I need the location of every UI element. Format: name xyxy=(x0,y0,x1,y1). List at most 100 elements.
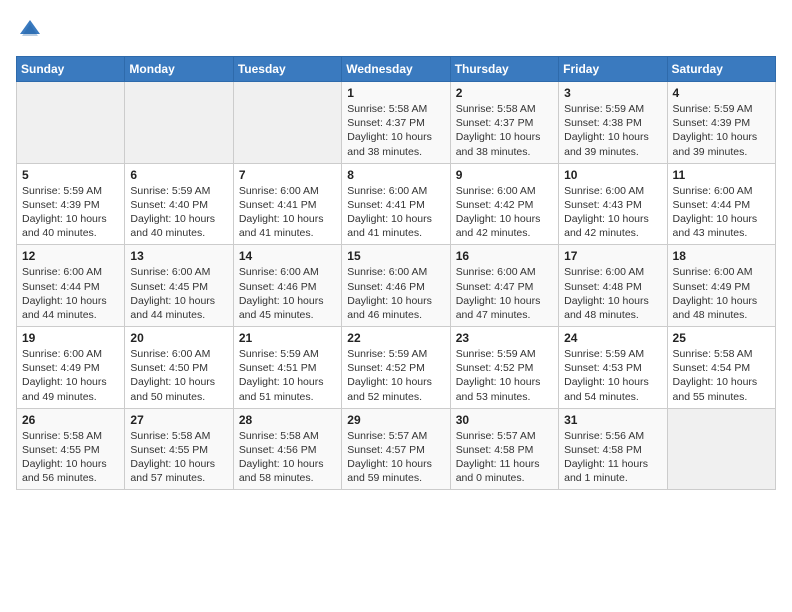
calendar-cell xyxy=(125,82,233,164)
header-sunday: Sunday xyxy=(17,57,125,82)
header-tuesday: Tuesday xyxy=(233,57,341,82)
header-monday: Monday xyxy=(125,57,233,82)
calendar-cell: 29 Sunrise: 5:57 AM Sunset: 4:57 PM Dayli… xyxy=(342,408,450,490)
week-row-1: 1 Sunrise: 5:58 AM Sunset: 4:37 PM Daylig… xyxy=(17,82,776,164)
day-number: 22 xyxy=(347,331,444,345)
header-wednesday: Wednesday xyxy=(342,57,450,82)
header xyxy=(16,16,776,44)
day-info: Sunrise: 5:58 AM Sunset: 4:55 PM Dayligh… xyxy=(22,429,119,486)
calendar-cell: 11 Sunrise: 6:00 AM Sunset: 4:44 PM Dayli… xyxy=(667,163,775,245)
day-info: Sunrise: 5:59 AM Sunset: 4:38 PM Dayligh… xyxy=(564,102,661,159)
calendar-cell xyxy=(233,82,341,164)
calendar-cell: 13Sunrise: 6:00 AM Sunset: 4:45 PM Dayli… xyxy=(125,245,233,327)
calendar-cell: 5 Sunrise: 5:59 AM Sunset: 4:39 PM Daylig… xyxy=(17,163,125,245)
calendar-cell: 6Sunrise: 5:59 AM Sunset: 4:40 PM Daylig… xyxy=(125,163,233,245)
day-number: 27 xyxy=(130,413,227,427)
day-info: Sunrise: 5:59 AM Sunset: 4:52 PM Dayligh… xyxy=(456,347,553,404)
calendar-cell: 14 Sunrise: 6:00 AM Sunset: 4:46 PM Dayli… xyxy=(233,245,341,327)
day-info: Sunrise: 6:00 AM Sunset: 4:46 PM Dayligh… xyxy=(347,265,444,322)
calendar-cell: 19 Sunrise: 6:00 AM Sunset: 4:49 PM Dayli… xyxy=(17,327,125,409)
day-info: Sunrise: 6:00 AM Sunset: 4:44 PM Dayligh… xyxy=(22,265,119,322)
calendar-cell: 22 Sunrise: 5:59 AM Sunset: 4:52 PM Dayli… xyxy=(342,327,450,409)
calendar-cell: 31Sunrise: 5:56 AM Sunset: 4:58 PM Dayli… xyxy=(559,408,667,490)
day-info: Sunrise: 5:58 AM Sunset: 4:37 PM Dayligh… xyxy=(347,102,444,159)
day-info: Sunrise: 5:58 AM Sunset: 4:56 PM Dayligh… xyxy=(239,429,336,486)
calendar-cell: 30Sunrise: 5:57 AM Sunset: 4:58 PM Dayli… xyxy=(450,408,558,490)
calendar-cell: 15 Sunrise: 6:00 AM Sunset: 4:46 PM Dayli… xyxy=(342,245,450,327)
day-number: 19 xyxy=(22,331,119,345)
day-number: 4 xyxy=(673,86,770,100)
day-number: 12 xyxy=(22,249,119,263)
calendar-cell: 3 Sunrise: 5:59 AM Sunset: 4:38 PM Daylig… xyxy=(559,82,667,164)
calendar-cell: 17 Sunrise: 6:00 AM Sunset: 4:48 PM Dayli… xyxy=(559,245,667,327)
calendar-table: Sunday Monday Tuesday Wednesday Thursday… xyxy=(16,56,776,490)
week-row-4: 19 Sunrise: 6:00 AM Sunset: 4:49 PM Dayli… xyxy=(17,327,776,409)
day-number: 11 xyxy=(673,168,770,182)
day-info: Sunrise: 6:00 AM Sunset: 4:44 PM Dayligh… xyxy=(673,184,770,241)
day-info: Sunrise: 6:00 AM Sunset: 4:47 PM Dayligh… xyxy=(456,265,553,322)
day-info: Sunrise: 5:59 AM Sunset: 4:53 PM Dayligh… xyxy=(564,347,661,404)
day-info: Sunrise: 5:58 AM Sunset: 4:37 PM Dayligh… xyxy=(456,102,553,159)
day-info: Sunrise: 5:57 AM Sunset: 4:57 PM Dayligh… xyxy=(347,429,444,486)
day-info: Sunrise: 6:00 AM Sunset: 4:46 PM Dayligh… xyxy=(239,265,336,322)
day-info: Sunrise: 5:59 AM Sunset: 4:51 PM Dayligh… xyxy=(239,347,336,404)
week-row-2: 5 Sunrise: 5:59 AM Sunset: 4:39 PM Daylig… xyxy=(17,163,776,245)
day-info: Sunrise: 5:56 AM Sunset: 4:58 PM Dayligh… xyxy=(564,429,661,486)
calendar-cell: 25 Sunrise: 5:58 AM Sunset: 4:54 PM Dayli… xyxy=(667,327,775,409)
day-info: Sunrise: 5:59 AM Sunset: 4:39 PM Dayligh… xyxy=(673,102,770,159)
calendar-cell: 23 Sunrise: 5:59 AM Sunset: 4:52 PM Dayli… xyxy=(450,327,558,409)
calendar-cell: 2 Sunrise: 5:58 AM Sunset: 4:37 PM Daylig… xyxy=(450,82,558,164)
day-number: 17 xyxy=(564,249,661,263)
weekday-header-row: Sunday Monday Tuesday Wednesday Thursday… xyxy=(17,57,776,82)
day-info: Sunrise: 5:59 AM Sunset: 4:52 PM Dayligh… xyxy=(347,347,444,404)
day-info: Sunrise: 6:00 AM Sunset: 4:43 PM Dayligh… xyxy=(564,184,661,241)
week-row-5: 26 Sunrise: 5:58 AM Sunset: 4:55 PM Dayli… xyxy=(17,408,776,490)
day-info: Sunrise: 5:59 AM Sunset: 4:39 PM Dayligh… xyxy=(22,184,119,241)
calendar-cell: 27Sunrise: 5:58 AM Sunset: 4:55 PM Dayli… xyxy=(125,408,233,490)
calendar-cell: 16Sunrise: 6:00 AM Sunset: 4:47 PM Dayli… xyxy=(450,245,558,327)
calendar-cell: 24 Sunrise: 5:59 AM Sunset: 4:53 PM Dayli… xyxy=(559,327,667,409)
calendar-cell xyxy=(667,408,775,490)
day-info: Sunrise: 6:00 AM Sunset: 4:41 PM Dayligh… xyxy=(347,184,444,241)
day-number: 25 xyxy=(673,331,770,345)
calendar-cell: 21 Sunrise: 5:59 AM Sunset: 4:51 PM Dayli… xyxy=(233,327,341,409)
day-number: 26 xyxy=(22,413,119,427)
day-info: Sunrise: 6:00 AM Sunset: 4:48 PM Dayligh… xyxy=(564,265,661,322)
calendar-cell: 12 Sunrise: 6:00 AM Sunset: 4:44 PM Dayli… xyxy=(17,245,125,327)
week-row-3: 12 Sunrise: 6:00 AM Sunset: 4:44 PM Dayli… xyxy=(17,245,776,327)
day-number: 20 xyxy=(130,331,227,345)
day-info: Sunrise: 6:00 AM Sunset: 4:41 PM Dayligh… xyxy=(239,184,336,241)
day-number: 23 xyxy=(456,331,553,345)
day-number: 7 xyxy=(239,168,336,182)
calendar-cell: 20 Sunrise: 6:00 AM Sunset: 4:50 PM Dayli… xyxy=(125,327,233,409)
day-number: 28 xyxy=(239,413,336,427)
day-number: 30 xyxy=(456,413,553,427)
day-number: 24 xyxy=(564,331,661,345)
day-info: Sunrise: 5:59 AM Sunset: 4:40 PM Dayligh… xyxy=(130,184,227,241)
day-number: 29 xyxy=(347,413,444,427)
day-number: 15 xyxy=(347,249,444,263)
day-number: 9 xyxy=(456,168,553,182)
day-number: 3 xyxy=(564,86,661,100)
day-info: Sunrise: 6:00 AM Sunset: 4:49 PM Dayligh… xyxy=(673,265,770,322)
calendar-cell: 18Sunrise: 6:00 AM Sunset: 4:49 PM Dayli… xyxy=(667,245,775,327)
day-number: 1 xyxy=(347,86,444,100)
day-number: 2 xyxy=(456,86,553,100)
day-number: 5 xyxy=(22,168,119,182)
calendar-cell: 1 Sunrise: 5:58 AM Sunset: 4:37 PM Daylig… xyxy=(342,82,450,164)
calendar-cell: 28 Sunrise: 5:58 AM Sunset: 4:56 PM Dayli… xyxy=(233,408,341,490)
calendar-cell: 4 Sunrise: 5:59 AM Sunset: 4:39 PM Daylig… xyxy=(667,82,775,164)
calendar-cell: 10 Sunrise: 6:00 AM Sunset: 4:43 PM Dayli… xyxy=(559,163,667,245)
calendar-cell: 26 Sunrise: 5:58 AM Sunset: 4:55 PM Dayli… xyxy=(17,408,125,490)
logo-icon xyxy=(16,16,44,44)
header-thursday: Thursday xyxy=(450,57,558,82)
day-info: Sunrise: 6:00 AM Sunset: 4:50 PM Dayligh… xyxy=(130,347,227,404)
day-number: 8 xyxy=(347,168,444,182)
day-number: 13 xyxy=(130,249,227,263)
day-info: Sunrise: 6:00 AM Sunset: 4:49 PM Dayligh… xyxy=(22,347,119,404)
day-number: 10 xyxy=(564,168,661,182)
day-number: 21 xyxy=(239,331,336,345)
calendar-cell: 9Sunrise: 6:00 AM Sunset: 4:42 PM Daylig… xyxy=(450,163,558,245)
day-info: Sunrise: 5:58 AM Sunset: 4:54 PM Dayligh… xyxy=(673,347,770,404)
day-number: 14 xyxy=(239,249,336,263)
